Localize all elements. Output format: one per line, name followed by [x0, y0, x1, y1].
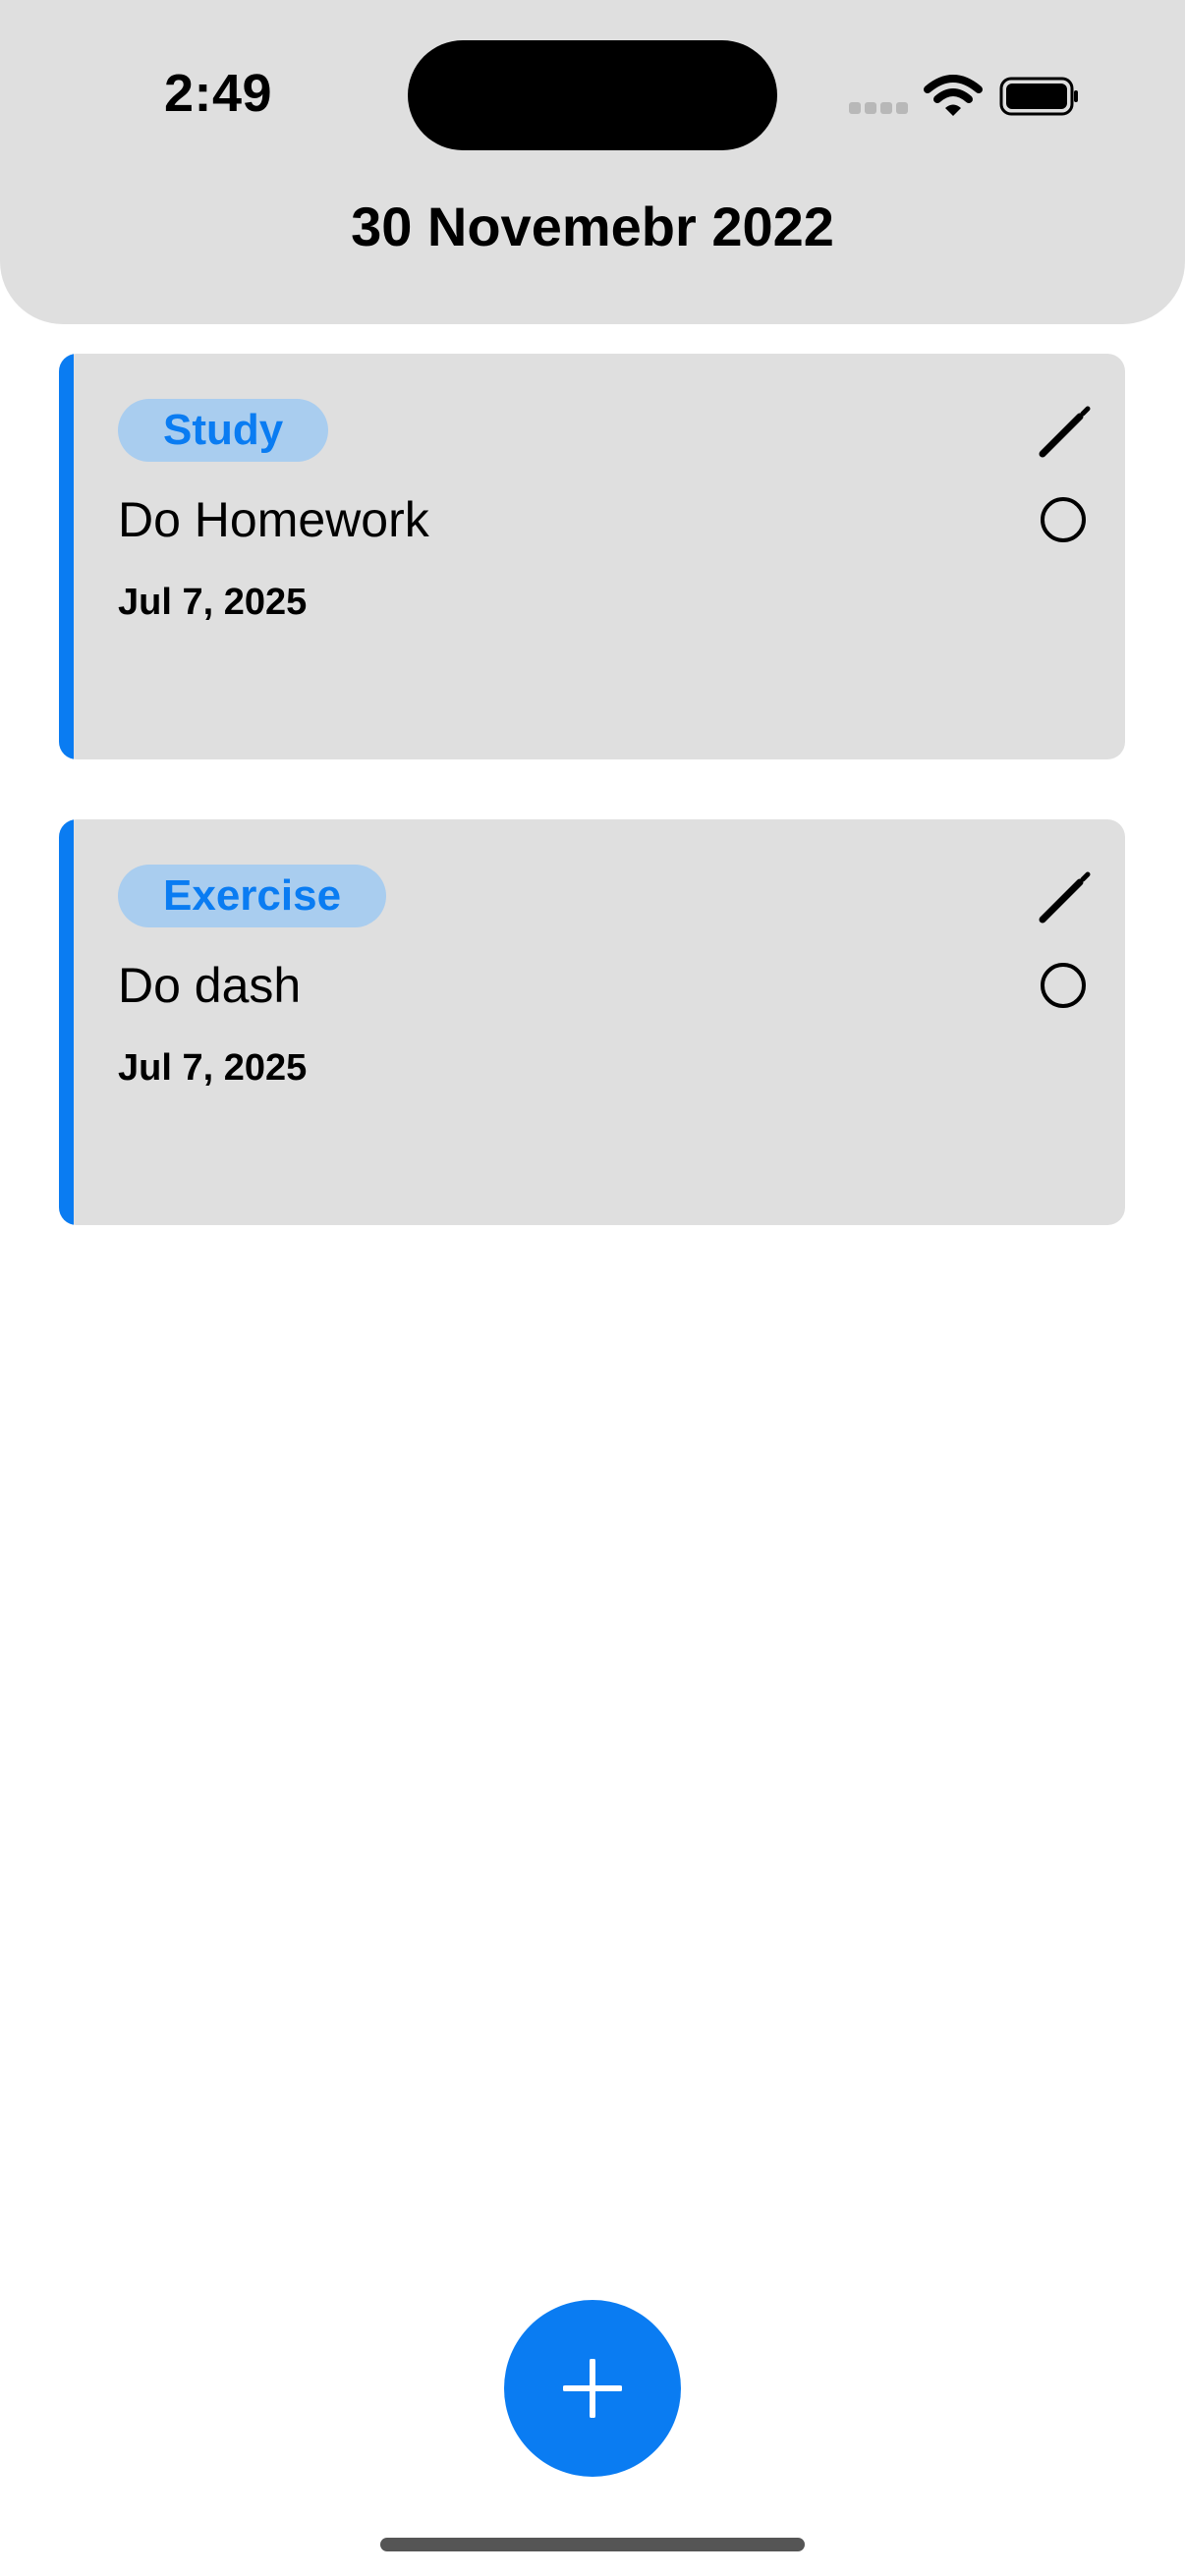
header: 2:49 30 Novemebr 2022 [0, 0, 1185, 324]
wifi-icon [924, 75, 983, 116]
task-card-study[interactable]: Study Do Homework Jul 7, 2025 [59, 354, 1125, 759]
battery-icon [999, 77, 1078, 116]
category-tag: Study [118, 399, 329, 462]
card-accent-bar [59, 819, 74, 1225]
pencil-icon[interactable] [1037, 870, 1092, 925]
plus-icon [563, 2359, 622, 2418]
task-title: Do Homework [118, 492, 429, 547]
card-accent-bar [59, 354, 74, 759]
task-title: Do dash [118, 958, 302, 1013]
dynamic-island [408, 40, 777, 150]
task-date: Jul 7, 2025 [118, 1047, 308, 1089]
page-title: 30 Novemebr 2022 [351, 196, 834, 257]
status-bar-time: 2:49 [164, 64, 273, 123]
pencil-icon[interactable] [1037, 405, 1092, 460]
add-task-button[interactable] [504, 2300, 681, 2477]
signal-icon [849, 102, 910, 116]
circle-icon[interactable] [1041, 963, 1086, 1008]
task-date: Jul 7, 2025 [118, 582, 308, 623]
home-indicator[interactable] [380, 2538, 805, 2551]
task-card-exercise[interactable]: Exercise Do dash Jul 7, 2025 [59, 819, 1125, 1225]
category-tag: Exercise [118, 865, 387, 927]
circle-icon[interactable] [1041, 497, 1086, 542]
